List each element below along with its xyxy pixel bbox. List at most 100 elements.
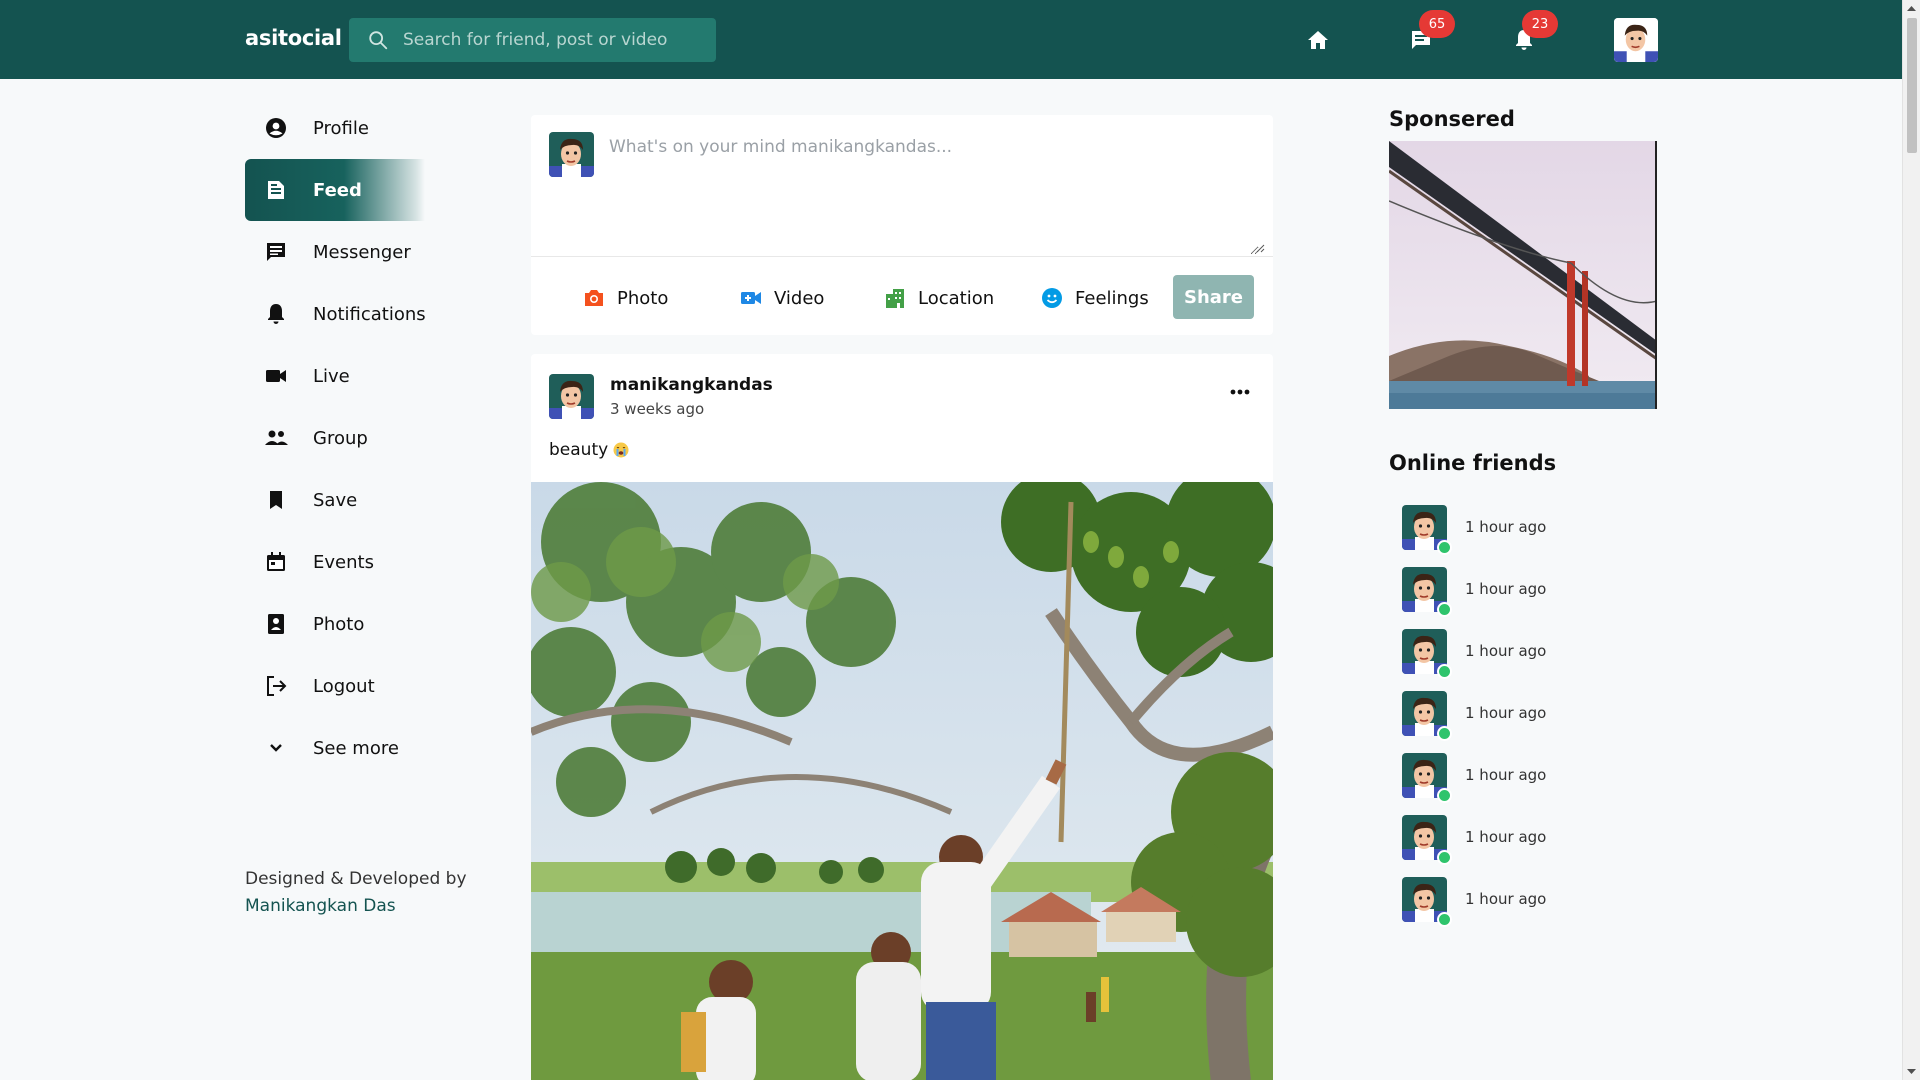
avatar [1402,753,1452,803]
photo-icon [263,611,289,637]
bookmark-icon [263,487,289,513]
video-add-icon [741,292,761,304]
sidebar-item-messenger[interactable]: Messenger [245,221,545,283]
online-friend-item[interactable]: 1 hour ago [1402,806,1546,868]
avatar[interactable] [549,374,594,419]
online-friend-item[interactable]: 1 hour ago [1402,496,1546,558]
sidebar-item-events[interactable]: Events [245,531,545,593]
credit-author-link[interactable]: Manikangkan Das [245,896,396,916]
avatar [1614,18,1658,62]
crying-face-emoji-icon [613,442,629,458]
avatar [1402,567,1452,617]
sidebar-item-label: Live [313,365,350,387]
sidebar-item-notifications[interactable]: Notifications [245,283,545,345]
composer-divider [531,256,1273,257]
sidebar-item-see-more[interactable]: See more [245,717,545,779]
sidebar-item-label: Save [313,489,358,511]
last-active-time: 1 hour ago [1465,766,1547,784]
right-sidebar: Sponsered [1389,107,1659,409]
notifications-button[interactable]: 23 [1512,10,1558,52]
feelings-action-button[interactable]: Feelings [1040,275,1149,321]
messages-button[interactable]: 65 [1409,10,1455,52]
sponsored-image-bridge [1389,141,1655,409]
sponsored-title: Sponsered [1389,107,1515,131]
account-circle-icon [263,115,289,141]
location-action-label: Location [918,287,995,309]
photo-action-label: Photo [617,287,669,309]
sidebar-item-group[interactable]: Group [245,407,545,469]
left-sidebar: Profile Feed Messenger Notifications Liv… [245,97,545,779]
sidebar-item-label: Group [313,427,368,449]
sidebar-item-photo[interactable]: Photo [245,593,545,655]
messages-count-badge: 65 [1419,10,1455,38]
scroll-down-arrow-icon[interactable] [1903,1063,1920,1080]
video-camera-icon [263,363,289,389]
page-scrollbar[interactable] [1902,0,1920,1080]
post-author-name[interactable]: manikangkandas [610,375,773,395]
last-active-time: 1 hour ago [1465,704,1547,722]
avatar [1402,877,1452,927]
profile-avatar-button[interactable] [1614,18,1658,62]
sponsored-ad[interactable] [1389,141,1657,409]
online-status-dot [1437,539,1452,555]
online-status-dot [1437,787,1452,803]
post-caption-text: beauty [549,440,609,460]
sidebar-item-logout[interactable]: Logout [245,655,545,717]
scrollbar-thumb[interactable] [1907,18,1917,153]
video-action-button[interactable]: Video [739,275,824,321]
avatar [549,132,594,177]
last-active-time: 1 hour ago [1465,518,1547,536]
post-composer: Photo Video Location Feelings Share [531,115,1273,335]
brand-logo[interactable]: asitocial [245,26,342,50]
home-button[interactable] [1306,28,1330,52]
photo-action-button[interactable]: Photo [582,275,668,321]
online-status-dot [1437,663,1452,679]
search-input[interactable] [403,30,703,50]
avatar [1402,505,1452,555]
online-friends-title: Online friends [1389,451,1557,475]
calendar-icon [263,549,289,575]
online-friend-item[interactable]: 1 hour ago [1402,620,1546,682]
sidebar-item-profile[interactable]: Profile [245,97,545,159]
sidebar-item-label: Messenger [313,241,411,263]
sidebar-item-save[interactable]: Save [245,469,545,531]
post-input[interactable] [609,137,1259,255]
last-active-time: 1 hour ago [1465,828,1547,846]
sidebar-item-label: Logout [313,675,375,697]
sidebar-item-live[interactable]: Live [245,345,545,407]
sidebar-item-feed[interactable]: Feed [245,159,425,221]
feed-icon [263,177,289,203]
chevron-down-icon [263,735,289,761]
share-button[interactable]: Share [1173,275,1254,319]
credit-text: Designed & Developed by [245,869,467,889]
footer-credit: Designed & Developed by Manikangkan Das [245,866,467,920]
online-friend-item[interactable]: 1 hour ago [1402,558,1546,620]
online-friend-item[interactable]: 1 hour ago [1402,744,1546,806]
avatar [1402,815,1452,865]
bell-icon [263,301,289,327]
composer-actions: Photo Video Location Feelings Share [531,275,1273,321]
location-action-button[interactable]: Location [883,275,994,321]
online-status-dot [1437,725,1452,741]
online-friend-item[interactable]: 1 hour ago [1402,682,1546,744]
camera-icon [585,290,603,306]
sidebar-item-label: Notifications [313,303,426,325]
online-status-dot [1437,601,1452,617]
logout-icon [263,673,289,699]
online-friends-list: 1 hour ago 1 hour ago 1 hour ago 1 hour … [1402,496,1546,930]
post-image-painting[interactable] [531,482,1273,1080]
notifications-count-badge: 23 [1522,10,1558,38]
sidebar-item-label: Profile [313,117,369,139]
resize-handle-icon[interactable] [1255,243,1265,253]
search-box[interactable] [349,18,716,62]
online-friend-item[interactable]: 1 hour ago [1402,868,1546,930]
scroll-up-arrow-icon[interactable] [1903,0,1920,17]
feed-post: manikangkandas 3 weeks ago beauty [531,354,1273,1080]
smile-icon [1042,288,1062,308]
top-navigation-bar: asitocial 65 23 [0,0,1902,79]
more-options-icon[interactable] [1229,387,1251,397]
chat-icon [263,239,289,265]
location-building-icon [886,289,904,308]
video-action-label: Video [774,287,825,309]
last-active-time: 1 hour ago [1465,890,1547,908]
